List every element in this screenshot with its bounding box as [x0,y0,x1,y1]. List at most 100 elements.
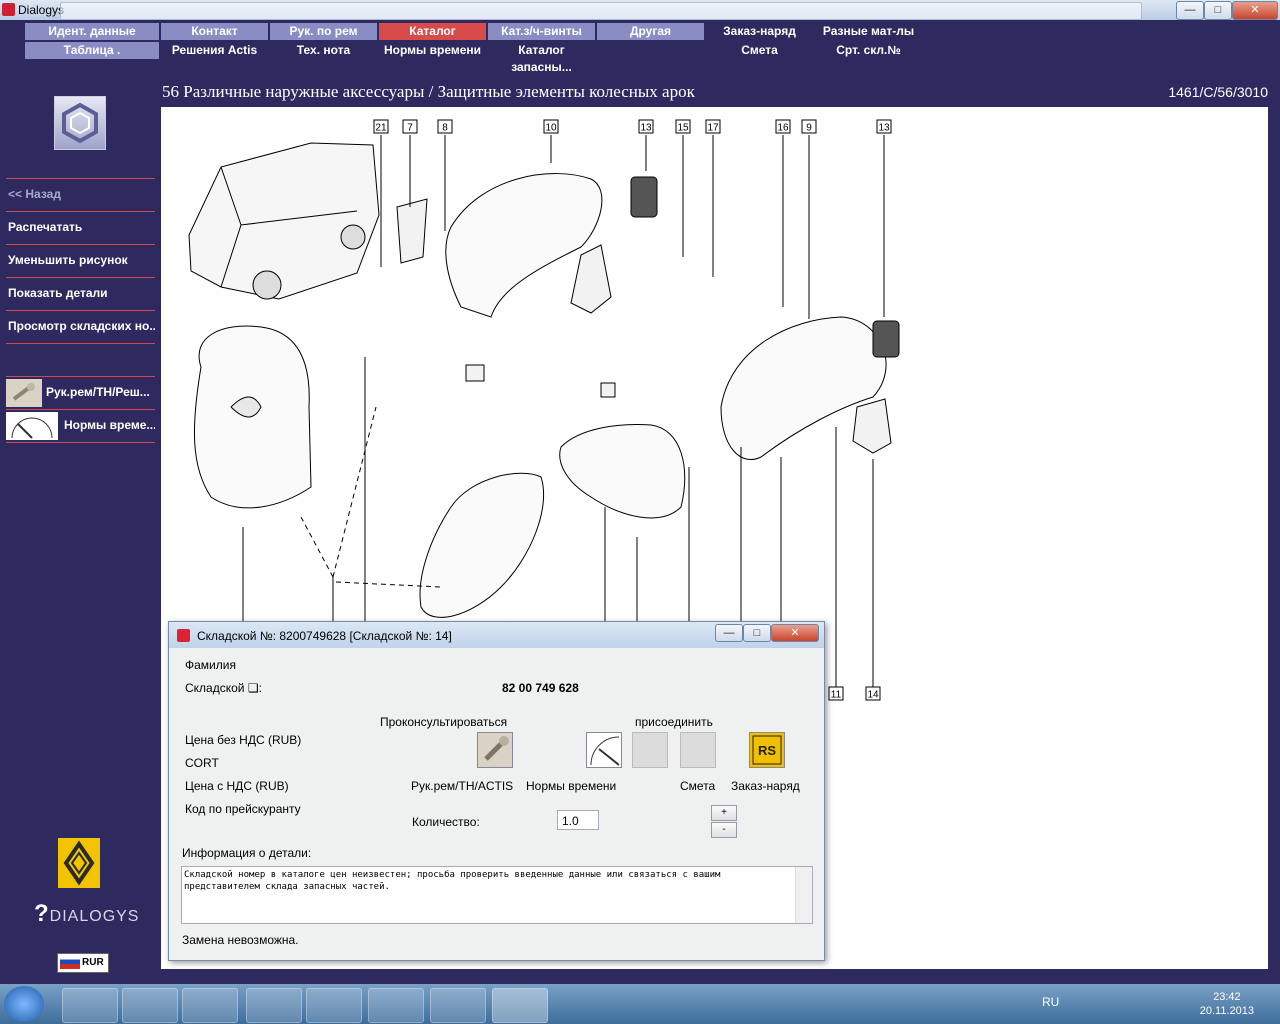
callout-17[interactable]: 17 [705,119,721,134]
time-norms-label: Нормы времени [526,779,617,793]
sidebar-back[interactable]: << Назад [6,178,155,210]
menu-screws-catalog[interactable]: Кат.з/ч-винты [488,23,595,40]
callout-13[interactable]: 13 [638,119,654,134]
work-order-button[interactable]: RS [749,732,785,768]
menu-other[interactable]: Другая [597,23,704,40]
sidebar-tool-time-label: Нормы време... [64,418,155,432]
svg-text:9: 9 [806,123,812,134]
repair-manual-button[interactable] [477,732,513,768]
menu-ident-data[interactable]: Идент. данные [25,23,159,40]
chrome-icon[interactable] [246,988,302,1023]
sidebar-stock-numbers[interactable]: Просмотр складских но... [6,310,155,344]
menu-stock-number[interactable]: Срт. скл.№ [815,42,922,59]
callout-11[interactable]: 11 [828,686,844,701]
quantity-label: Количество: [412,815,480,829]
menu-misc-materials[interactable]: Разные мат-лы [815,23,922,40]
svg-text:14: 14 [867,690,879,701]
dialog-minimize-button[interactable]: — [715,624,743,642]
callout-16[interactable]: 16 [775,119,791,134]
callout-21[interactable]: 21 [373,119,389,134]
app-window: Dialogys — □ ✕ Идент. данные Контакт Рук… [0,0,1280,1024]
sidebar-tool-time[interactable]: Нормы време... [6,409,155,443]
svg-text:15: 15 [677,123,689,134]
wrench-icon [6,379,42,407]
work-order-icon: RS [752,735,782,765]
dialog-title-bar: Складской №: 8200749628 [Складской №: 14… [169,622,824,648]
audio-icon[interactable] [430,988,486,1023]
attach-disabled-icon [632,732,668,768]
sidebar-print[interactable]: Распечатать [6,211,155,243]
media-player-icon[interactable] [182,988,238,1023]
svg-text:13: 13 [878,123,890,134]
stock-label: Складской ❏: [185,681,262,695]
close-button[interactable]: ✕ [1232,1,1278,20]
sidebar-tool-repair-label: Рук.рем/ТН/Реш... [46,385,150,399]
explorer-icon[interactable] [122,988,178,1023]
window-title: Dialogys [18,3,65,17]
menu-repair-manual[interactable]: Рук. по рем [270,23,377,40]
callout-13[interactable]: 13 [876,119,892,134]
language-indicator[interactable]: RU [1042,995,1059,1009]
part-info-scrollbar[interactable] [795,867,812,923]
price-no-vat-label: Цена без НДС (RUB) [185,733,302,747]
estimate-button[interactable] [680,732,716,768]
dialog-maximize-button[interactable]: □ [743,624,771,642]
dialog-close-button[interactable]: ✕ [771,624,819,642]
sidebar-zoom-out[interactable]: Уменьшить рисунок [6,244,155,276]
callout-9[interactable]: 9 [801,119,817,134]
maximize-button[interactable]: □ [1204,1,1232,20]
callout-8[interactable]: 8 [437,119,453,134]
svg-text:10: 10 [545,123,557,134]
minimize-button[interactable]: — [1176,1,1204,20]
callout-15[interactable]: 15 [675,119,691,134]
java-icon[interactable] [492,988,548,1023]
menu-work-order[interactable]: Заказ-наряд [706,23,813,40]
yandex-icon[interactable] [368,988,424,1023]
menu-actis-solutions[interactable]: Решения Actis [161,42,268,59]
svg-text:16: 16 [777,123,789,134]
currency-label: RUR [82,957,104,968]
part-info-textarea[interactable]: Складской номер в каталоге цен неизвесте… [181,866,813,924]
title-bar: Dialogys — □ ✕ [0,0,1280,20]
svg-text:11: 11 [831,690,842,701]
attach-label: присоединить [635,715,713,729]
callout-10[interactable]: 10 [543,119,559,134]
callout-14[interactable]: 14 [865,686,881,701]
time-norms-button[interactable] [586,732,622,768]
menu-tech-note[interactable]: Тех. нота [270,42,377,59]
quantity-input[interactable]: 1.0 [557,810,599,830]
dialogys-logo: ?DIALOGYS [34,900,139,928]
quantity-decrement-button[interactable]: - [711,822,737,838]
clock-gauge-icon [590,736,620,766]
sidebar-tool-repair[interactable]: Рук.рем/ТН/Реш... [6,376,155,410]
app-icon [2,3,15,16]
estimate-label: Смета [680,779,716,793]
price-code-label: Код по прейскуранту [185,802,301,816]
stock-value: 82 00 749 628 [502,681,579,695]
part-info-text: Складской номер в каталоге цен неизвесте… [184,870,721,892]
quantity-increment-button[interactable]: + [711,805,737,821]
wrench-icon [484,736,509,761]
menu-estimate[interactable]: Смета [706,42,813,59]
taskbar: RU 23:42 20.11.2013 [0,984,1280,1024]
title-bar-ghost-tabs [60,2,1142,20]
menu-spare-catalog[interactable]: Каталог запасны... [488,42,595,74]
start-button[interactable] [4,986,44,1022]
dialogys-question-icon: ? [34,900,50,927]
menu-contact[interactable]: Контакт [161,23,268,40]
part-info-label: Информация о детали: [182,846,312,860]
ie-icon[interactable] [62,988,118,1023]
sidebar-show-details[interactable]: Показать детали [6,277,155,309]
menu-time-norms[interactable]: Нормы времени [379,42,486,59]
clock[interactable]: 23:42 20.11.2013 [1200,990,1254,1018]
top-menu: Идент. данные Контакт Рук. по рем Катало… [0,20,1280,74]
svg-text:21: 21 [375,123,387,134]
clock-gauge-icon [6,412,58,440]
svg-text:8: 8 [442,123,448,134]
menu-table[interactable]: Таблица . [25,42,159,59]
kaspersky-icon[interactable] [306,988,362,1023]
callout-7[interactable]: 7 [402,119,418,134]
menu-parts-catalog[interactable]: Каталог запчастей [379,23,486,55]
currency-flag[interactable]: RUR [57,953,109,973]
svg-text:RS: RS [758,743,776,758]
